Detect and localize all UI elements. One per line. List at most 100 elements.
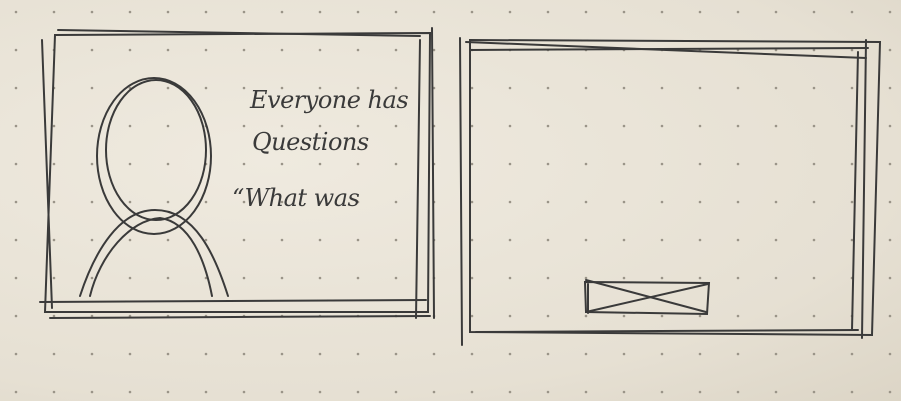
grid-dot: [508, 10, 512, 14]
grid-dot: [242, 48, 246, 52]
grid-dot: [166, 390, 170, 394]
grid-dot: [888, 86, 892, 90]
grid-dot: [660, 238, 664, 242]
grid-dot: [584, 10, 588, 14]
grid-dot: [14, 48, 18, 52]
grid-dot: [508, 390, 512, 394]
grid-dot: [166, 48, 170, 52]
grid-dot: [508, 162, 512, 166]
grid-dot: [242, 124, 246, 128]
grid-dot: [128, 124, 132, 128]
grid-dot: [52, 238, 56, 242]
grid-dot: [166, 124, 170, 128]
grid-dot: [660, 10, 664, 14]
grid-dot: [166, 352, 170, 356]
grid-dot: [14, 352, 18, 356]
grid-dot: [888, 390, 892, 394]
grid-dot: [52, 10, 56, 14]
grid-dot: [280, 124, 284, 128]
grid-dot: [128, 390, 132, 394]
grid-dot: [774, 314, 778, 318]
grid-dot: [356, 124, 360, 128]
grid-dot: [204, 352, 208, 356]
grid-dot: [394, 352, 398, 356]
grid-dot: [280, 238, 284, 242]
grid-dot: [698, 124, 702, 128]
grid-dot: [508, 86, 512, 90]
grid-dot: [470, 390, 474, 394]
grid-dot: [698, 162, 702, 166]
grid-dot: [470, 162, 474, 166]
grid-dot: [812, 124, 816, 128]
grid-dot: [888, 162, 892, 166]
grid-dot: [280, 390, 284, 394]
grid-dot: [52, 314, 56, 318]
grid-dot: [318, 390, 322, 394]
grid-dot: [52, 352, 56, 356]
grid-dot: [166, 162, 170, 166]
grid-dot: [736, 390, 740, 394]
grid-dot: [318, 352, 322, 356]
grid-dot: [128, 352, 132, 356]
avatar-icon: [79, 77, 229, 297]
grid-dot: [546, 162, 550, 166]
grid-dot: [166, 200, 170, 204]
grid-dot: [90, 86, 94, 90]
grid-dot: [584, 238, 588, 242]
grid-dot: [622, 86, 626, 90]
grid-dot: [774, 124, 778, 128]
grid-dot: [356, 162, 360, 166]
grid-dot: [660, 352, 664, 356]
grid-dot: [356, 352, 360, 356]
grid-dot: [584, 314, 588, 318]
grid-dot: [622, 314, 626, 318]
grid-dot: [698, 10, 702, 14]
grid-dot: [812, 86, 816, 90]
grid-dot: [622, 162, 626, 166]
grid-dot: [394, 390, 398, 394]
grid-dot: [470, 352, 474, 356]
grid-dot: [850, 200, 854, 204]
grid-dot: [584, 162, 588, 166]
grid-dot: [14, 276, 18, 280]
grid-dot: [508, 314, 512, 318]
grid-dot: [242, 10, 246, 14]
grid-dot: [774, 352, 778, 356]
button-placeholder-icon[interactable]: [583, 279, 711, 316]
grid-dot: [280, 10, 284, 14]
grid-dot: [622, 352, 626, 356]
grid-dot: [52, 276, 56, 280]
grid-dot: [166, 10, 170, 14]
grid-dot: [812, 200, 816, 204]
grid-dot: [660, 276, 664, 280]
grid-dot: [394, 162, 398, 166]
grid-dot: [356, 48, 360, 52]
grid-dot: [166, 86, 170, 90]
grid-dot: [318, 48, 322, 52]
grid-dot: [470, 86, 474, 90]
grid-dot: [698, 200, 702, 204]
grid-dot: [356, 238, 360, 242]
grid-dot: [280, 276, 284, 280]
grid-dot: [204, 48, 208, 52]
grid-dot: [888, 238, 892, 242]
grid-dot: [14, 200, 18, 204]
grid-dot: [888, 48, 892, 52]
grid-dot: [508, 200, 512, 204]
grid-dot: [356, 10, 360, 14]
grid-dot: [508, 124, 512, 128]
grid-dot: [318, 10, 322, 14]
grid-dot: [394, 10, 398, 14]
grid-dot: [698, 86, 702, 90]
grid-dot: [394, 238, 398, 242]
grid-dot: [204, 390, 208, 394]
grid-dot: [622, 238, 626, 242]
grid-dot: [394, 276, 398, 280]
grid-dot: [90, 276, 94, 280]
grid-dot: [242, 276, 246, 280]
grid-dot: [888, 124, 892, 128]
grid-dot: [850, 162, 854, 166]
dot-grid: [14, 10, 892, 394]
grid-dot: [584, 390, 588, 394]
grid-dot: [660, 200, 664, 204]
